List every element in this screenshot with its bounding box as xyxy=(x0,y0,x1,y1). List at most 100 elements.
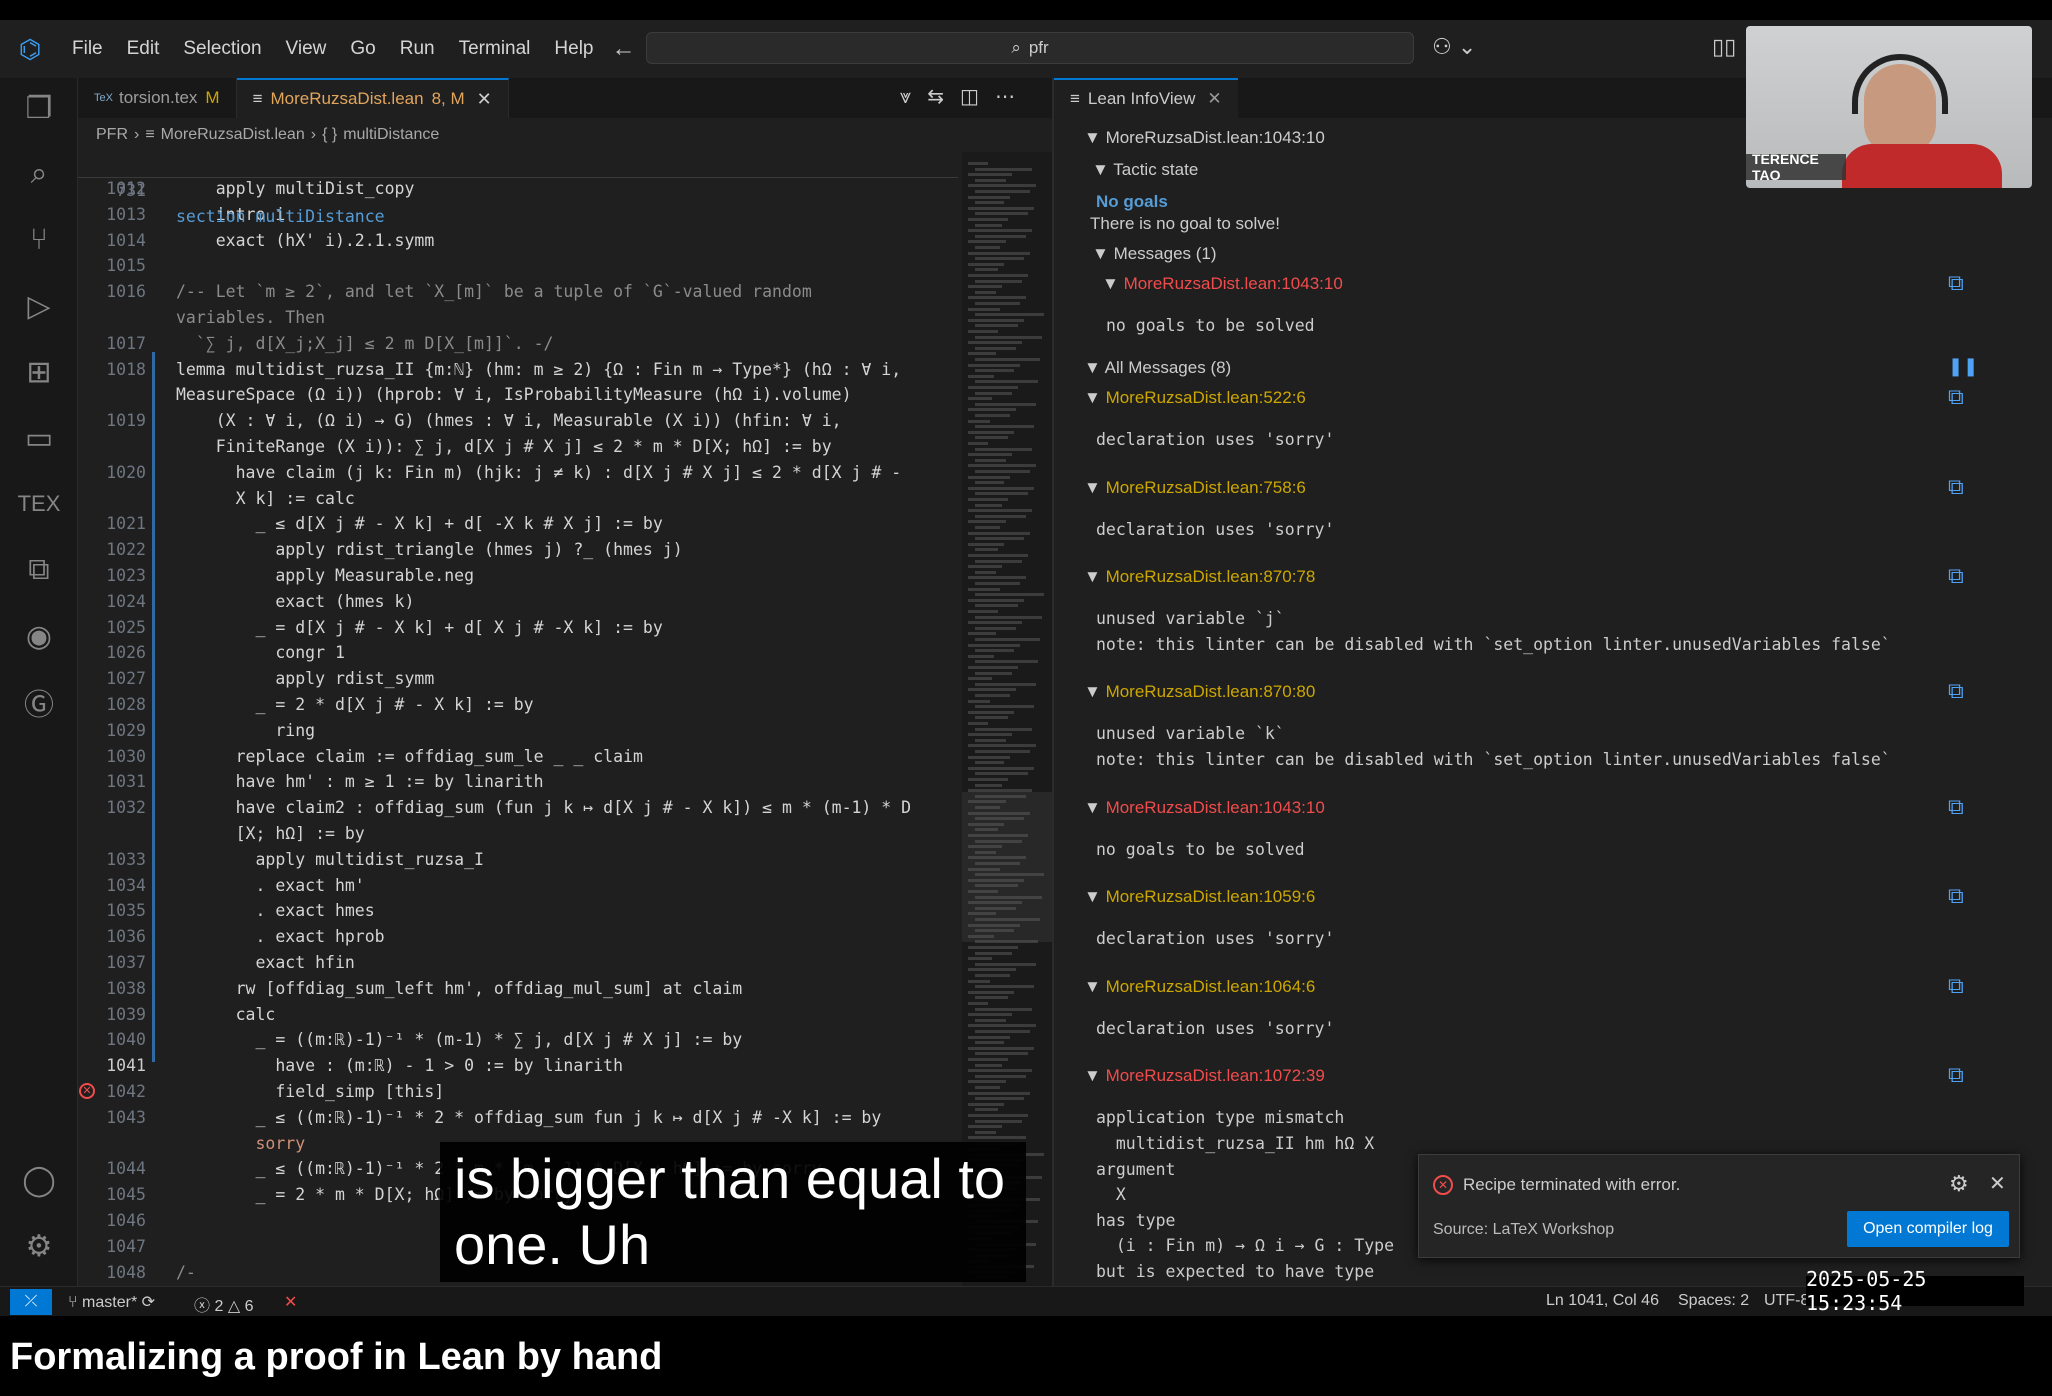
code-line[interactable]: [X; hΩ] := by xyxy=(78,821,958,847)
extensions-icon[interactable]: ⊞ xyxy=(0,342,78,402)
code-line[interactable]: 1028 _ = 2 * d[X j # - X k] := by xyxy=(78,692,958,718)
menu-selection[interactable]: Selection xyxy=(171,20,273,78)
tactic-state-toggle[interactable]: ▼ Tactic state xyxy=(1092,160,1198,180)
message-location[interactable]: ▼ MoreRuzsaDist.lean:758:6 xyxy=(1084,478,1306,498)
message-location[interactable]: ▼ MoreRuzsaDist.lean:1043:10 xyxy=(1102,274,1343,294)
remote-indicator-icon[interactable]: ⤫ xyxy=(10,1289,52,1315)
code-line[interactable]: 1029 ring xyxy=(78,718,958,744)
code-line[interactable]: 1023 apply Measurable.neg xyxy=(78,563,958,589)
message-location[interactable]: ▼ MoreRuzsaDist.lean:1043:10 xyxy=(1084,798,1325,818)
copy-to-comment-icon[interactable]: ⧉ xyxy=(1948,973,1964,999)
all-messages-toggle[interactable]: ▼ All Messages (8) xyxy=(1084,358,1231,378)
error-glyph-icon[interactable]: ✕ xyxy=(79,1083,95,1099)
code-line[interactable]: 1026 congr 1 xyxy=(78,640,958,666)
menu-file[interactable]: File xyxy=(60,20,115,78)
more-actions-icon[interactable]: ⋯ xyxy=(995,86,1031,108)
message-location[interactable]: ▼ MoreRuzsaDist.lean:1064:6 xyxy=(1084,977,1315,997)
copy-to-comment-icon[interactable]: ⧉ xyxy=(1948,678,1964,704)
code-line[interactable]: 1040 _ = ((m:ℝ)-1)⁻¹ * (m-1) * ∑ j, d[X … xyxy=(78,1027,958,1053)
copy-to-comment-icon[interactable]: ⧉ xyxy=(1948,270,1964,296)
code-line[interactable]: 1021 _ ≤ d[X j # - X k] + d[ -X k # X j]… xyxy=(78,511,958,537)
open-compiler-log-button[interactable]: Open compiler log xyxy=(1847,1211,2009,1247)
code-line[interactable]: 1038 rw [offdiag_sum_left hm', offdiag_m… xyxy=(78,976,958,1002)
remote-explorer-icon[interactable]: ▭ xyxy=(0,408,78,468)
code-line[interactable]: 1025 _ = d[X j # - X k] + d[ X j # -X k]… xyxy=(78,615,958,641)
gear-icon[interactable]: ⚙ xyxy=(1949,1171,1969,1197)
code-line[interactable]: 1039 calc xyxy=(78,1002,958,1028)
back-arrow-icon[interactable]: ← xyxy=(612,35,636,63)
close-icon[interactable]: ✕ xyxy=(1207,89,1221,109)
code-line[interactable]: variables. Then xyxy=(78,305,958,331)
pause-icon[interactable]: ❚❚ xyxy=(1948,356,1978,377)
copy-to-comment-icon[interactable]: ⧉ xyxy=(1948,794,1964,820)
menu-run[interactable]: Run xyxy=(388,20,447,78)
menu-view[interactable]: View xyxy=(274,20,339,78)
tab-lean-infoview[interactable]: ≡ Lean InfoView ✕ xyxy=(1054,78,1238,118)
tab-torsion-tex[interactable]: TeX torsion.tex M xyxy=(78,78,237,118)
copy-to-comment-icon[interactable]: ⧉ xyxy=(1948,1062,1964,1088)
message-location[interactable]: ▼ MoreRuzsaDist.lean:870:78 xyxy=(1084,567,1315,587)
encoding[interactable]: UTF-8 xyxy=(1764,1292,1809,1310)
source-control-icon[interactable]: ⑂ xyxy=(0,210,78,270)
filter-icon[interactable]: ⩔ xyxy=(900,86,927,108)
code-line[interactable]: 1033 apply multidist_ruzsa_I xyxy=(78,847,958,873)
close-icon[interactable]: ✕ xyxy=(1989,1171,2006,1196)
message-location[interactable]: ▼ MoreRuzsaDist.lean:1059:6 xyxy=(1084,887,1315,907)
branch-status[interactable]: ⑂ master* ⟳ xyxy=(68,1292,155,1312)
layout-icon[interactable]: ▯▯ xyxy=(1712,34,1736,60)
tab-moreruzsadist-lean[interactable]: ≡ MoreRuzsaDist.lean 8, M ✕ xyxy=(236,78,509,118)
messages-toggle[interactable]: ▼ Messages (1) xyxy=(1092,244,1217,264)
code-line[interactable]: 1018 lemma multidist_ruzsa_II {m:ℕ} (hm: … xyxy=(78,357,958,383)
message-location[interactable]: ▼ MoreRuzsaDist.lean:1072:39 xyxy=(1084,1066,1325,1086)
code-line[interactable]: 1015 xyxy=(78,253,958,279)
message-location[interactable]: ▼ MoreRuzsaDist.lean:522:6 xyxy=(1084,388,1306,408)
code-line[interactable]: 1016 /-- Let `m ≥ 2`, and let `X_[m]` be … xyxy=(78,279,958,305)
code-line[interactable]: 1027 apply rdist_symm xyxy=(78,666,958,692)
code-line[interactable]: 1024 exact (hmes k) xyxy=(78,589,958,615)
copy-to-comment-icon[interactable]: ⧉ xyxy=(1948,474,1964,500)
code-line[interactable]: 1014 exact (hX' i).2.1.symm xyxy=(78,228,958,254)
code-line[interactable]: MeasureSpace (Ω i)) (hprob: ∀ i, IsProba… xyxy=(78,382,958,408)
code-line[interactable]: 1030 replace claim := offdiag_sum_le _ _… xyxy=(78,744,958,770)
sticky-scroll-line[interactable]: 731 section multiDistance xyxy=(78,152,958,226)
menu-edit[interactable]: Edit xyxy=(115,20,172,78)
github-icon[interactable]: ◉ xyxy=(0,606,78,666)
code-line[interactable]: 1036 . exact hprob xyxy=(78,924,958,950)
code-line[interactable]: 1043 _ ≤ ((m:ℝ)-1)⁻¹ * 2 * offdiag_sum f… xyxy=(78,1105,958,1131)
code-line[interactable]: 1035 . exact hmes xyxy=(78,898,958,924)
copilot-icon[interactable]: ⚇ ⌄ xyxy=(1432,34,1476,60)
minimap[interactable] xyxy=(962,152,1052,1286)
menu-terminal[interactable]: Terminal xyxy=(447,20,543,78)
code-line[interactable]: 1022 apply rdist_triangle (hmes j) ?_ (h… xyxy=(78,537,958,563)
code-line[interactable]: 1012 apply multiDist_copy xyxy=(78,176,958,202)
copy-to-comment-icon[interactable]: ⧉ xyxy=(1948,384,1964,410)
menu-go[interactable]: Go xyxy=(338,20,387,78)
compare-icon[interactable]: ⇆ xyxy=(927,86,960,108)
lean-icon[interactable]: ⧉ xyxy=(0,540,78,600)
code-line[interactable]: 1041 have : (m:ℝ) - 1 > 0 := by linarith xyxy=(78,1053,958,1079)
code-line[interactable]: FiniteRange (X i)): ∑ j, d[X j # X j] ≤ … xyxy=(78,434,958,460)
breadcrumb-folder[interactable]: PFR xyxy=(96,126,128,144)
run-debug-icon[interactable]: ▷ xyxy=(0,276,78,336)
tex-icon[interactable]: TEX xyxy=(0,474,78,534)
code-line[interactable]: 1032 have claim2 : offdiag_sum (fun j k … xyxy=(78,795,958,821)
search-sidebar-icon[interactable]: ⌕ xyxy=(0,144,78,204)
code-line[interactable]: 1019 (X : ∀ i, (Ω i) → G) (hmes : ∀ i, M… xyxy=(78,408,958,434)
code-line[interactable]: 1037 exact hfin xyxy=(78,950,958,976)
code-line[interactable]: 1042 ✕ field_simp [this] xyxy=(78,1079,958,1105)
close-icon[interactable]: ✕ xyxy=(477,89,492,110)
settings-gear-icon[interactable]: ⚙ xyxy=(0,1216,78,1276)
explorer-icon[interactable]: ❐ xyxy=(0,78,78,138)
indentation[interactable]: Spaces: 2 xyxy=(1678,1292,1749,1310)
problems-status[interactable]: ⓧ 2 △ 6 xyxy=(194,1292,253,1316)
code-line[interactable]: X k] := calc xyxy=(78,486,958,512)
cursor-position[interactable]: Ln 1041, Col 46 xyxy=(1546,1292,1659,1310)
copy-to-comment-icon[interactable]: ⧉ xyxy=(1948,883,1964,909)
code-line[interactable]: 1031 have hm' : m ≥ 1 := by linarith xyxy=(78,769,958,795)
command-center-search[interactable]: ⌕ pfr xyxy=(646,32,1414,64)
account-icon[interactable]: ◯ xyxy=(0,1150,78,1210)
code-line[interactable]: 1020 have claim (j k: Fin m) (hjk: j ≠ k… xyxy=(78,460,958,486)
code-line[interactable]: 1034 . exact hm' xyxy=(78,873,958,899)
breadcrumb-section[interactable]: multiDistance xyxy=(343,126,439,144)
breadcrumb-file[interactable]: MoreRuzsaDist.lean xyxy=(161,126,305,144)
